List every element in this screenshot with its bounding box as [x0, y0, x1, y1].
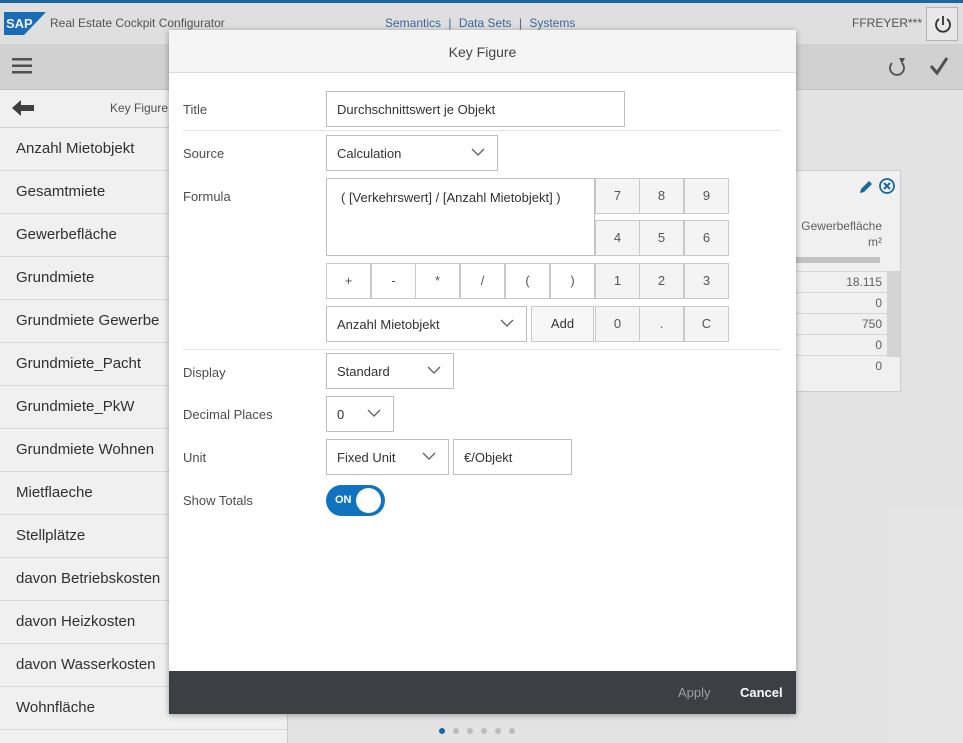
- formula-input[interactable]: ( [Verkehrswert] / [Anzahl Mietobjekt] ): [326, 178, 595, 256]
- display-label: Display: [183, 365, 226, 380]
- decimal-places-select[interactable]: 0: [326, 396, 394, 432]
- display-select[interactable]: Standard: [326, 353, 454, 389]
- display-select-value: Standard: [337, 364, 390, 379]
- show-totals-toggle[interactable]: ON: [326, 485, 385, 516]
- chevron-down-icon: [367, 409, 381, 417]
- key-multiply[interactable]: *: [415, 263, 460, 299]
- cancel-button[interactable]: Cancel: [740, 685, 783, 700]
- key-figure-select-value: Anzahl Mietobjekt: [337, 317, 440, 332]
- dialog-footer: Apply Cancel: [169, 671, 796, 714]
- key-figure-select[interactable]: Anzahl Mietobjekt: [326, 306, 527, 342]
- key-9[interactable]: 9: [684, 178, 729, 214]
- key-minus[interactable]: -: [371, 263, 416, 299]
- key-6[interactable]: 6: [684, 220, 729, 256]
- key-close-paren[interactable]: ): [550, 263, 595, 299]
- key-divide[interactable]: /: [460, 263, 505, 299]
- unit-input[interactable]: €/Objekt: [453, 439, 572, 475]
- key-open-paren[interactable]: (: [505, 263, 550, 299]
- decimal-places-label: Decimal Places: [183, 407, 273, 422]
- unit-label: Unit: [183, 450, 207, 465]
- source-select-value: Calculation: [337, 146, 402, 161]
- source-select[interactable]: Calculation: [326, 135, 498, 171]
- key-plus[interactable]: +: [326, 263, 371, 299]
- title-input[interactable]: Durchschnittswert je Objekt: [326, 91, 625, 127]
- key-3[interactable]: 3: [684, 263, 729, 299]
- apply-button[interactable]: Apply: [678, 685, 711, 700]
- key-5[interactable]: 5: [639, 220, 684, 256]
- key-7[interactable]: 7: [595, 178, 640, 214]
- key-2[interactable]: 2: [639, 263, 684, 299]
- key-1[interactable]: 1: [595, 263, 640, 299]
- unit-type-value: Fixed Unit: [337, 450, 396, 465]
- dialog-title: Key Figure: [169, 30, 796, 73]
- title-label: Title: [183, 102, 208, 117]
- show-totals-label: Show Totals: [183, 493, 253, 508]
- decimal-places-value: 0: [337, 407, 345, 422]
- key-decimal-point[interactable]: .: [639, 306, 684, 342]
- add-button[interactable]: Add: [531, 306, 594, 342]
- divider: [183, 349, 781, 350]
- key-clear[interactable]: C: [684, 306, 729, 342]
- unit-type-select[interactable]: Fixed Unit: [326, 439, 449, 475]
- toggle-knob: [356, 488, 381, 513]
- chevron-down-icon: [471, 148, 485, 156]
- source-label: Source: [183, 146, 225, 161]
- key-figure-dialog: Key Figure Title Durchschnittswert je Ob…: [169, 30, 796, 714]
- formula-label: Formula: [183, 189, 231, 204]
- toggle-state-text: ON: [335, 494, 352, 506]
- key-8[interactable]: 8: [639, 178, 684, 214]
- key-0[interactable]: 0: [595, 306, 640, 342]
- chevron-down-icon: [422, 452, 436, 460]
- key-4[interactable]: 4: [595, 220, 640, 256]
- chevron-down-icon: [427, 366, 441, 374]
- chevron-down-icon: [500, 319, 514, 327]
- divider: [183, 130, 781, 131]
